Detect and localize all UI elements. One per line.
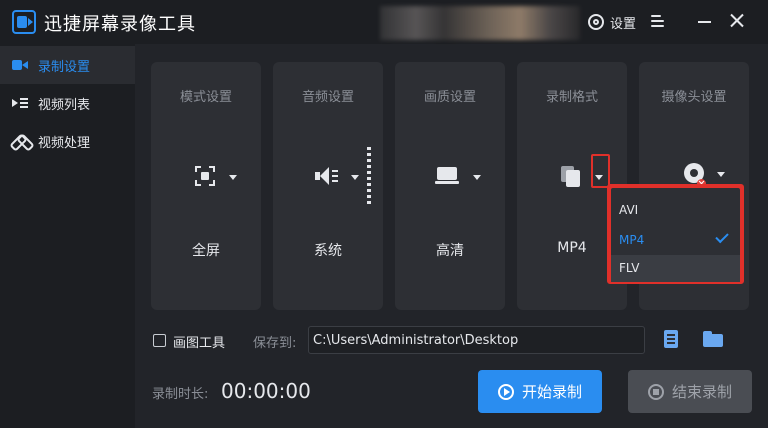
gear-icon: [588, 14, 604, 30]
sidebar-item-label: 视频处理: [38, 135, 91, 151]
quality-settings-card: 画质设置 高清: [395, 62, 505, 310]
sidebar-item-label: 视频列表: [38, 97, 91, 113]
record-settings-icon: [12, 58, 28, 72]
app-logo-icon: [12, 10, 36, 34]
quality-dropdown-arrow-icon[interactable]: [473, 175, 481, 180]
file-list-icon[interactable]: [664, 330, 678, 348]
draw-tool-label: 画图工具: [173, 336, 226, 351]
sidebar-item-record-settings[interactable]: 录制设置: [0, 46, 135, 84]
mode-settings-card: 模式设置 全屏: [151, 62, 261, 310]
format-option-mp4[interactable]: MP4: [611, 225, 740, 255]
stop-circle-icon: [647, 383, 664, 400]
format-option-label: MP4: [619, 233, 645, 247]
app-title: 迅捷屏幕录像工具: [44, 14, 196, 35]
card-title: 录制格式: [545, 90, 598, 105]
start-recording-label: 开始录制: [521, 383, 582, 401]
stop-recording-button[interactable]: 结束录制: [628, 370, 752, 413]
card-title: 摄像头设置: [661, 90, 727, 105]
minimize-icon[interactable]: [697, 13, 713, 29]
fullscreen-icon[interactable]: [195, 166, 215, 186]
format-option-flv[interactable]: FLV: [611, 255, 740, 282]
card-title: 模式设置: [179, 90, 232, 105]
menu-icon[interactable]: [650, 13, 666, 29]
save-to-label: 保存到:: [253, 336, 297, 351]
sidebar-item-label: 录制设置: [38, 59, 91, 75]
audio-value: 系统: [314, 243, 342, 259]
audio-dropdown-arrow-icon[interactable]: [351, 175, 359, 180]
camera-dropdown-arrow-icon[interactable]: [717, 172, 725, 177]
card-title: 音频设置: [301, 90, 354, 105]
quality-value: 高清: [436, 243, 464, 259]
sidebar: 录制设置 视频列表 视频处理: [0, 44, 135, 428]
sidebar-item-video-list[interactable]: 视频列表: [0, 84, 135, 122]
folder-icon[interactable]: [703, 331, 723, 347]
volume-meter: [367, 147, 371, 207]
format-arrow-highlight: [591, 154, 610, 188]
card-title: 画质设置: [423, 90, 476, 105]
check-icon: [715, 229, 729, 244]
close-icon[interactable]: [729, 13, 745, 29]
duration-value: 00:00:00: [221, 379, 311, 403]
sidebar-item-video-process[interactable]: 视频处理: [0, 122, 135, 160]
duration-label: 录制时长:: [152, 387, 209, 402]
play-circle-icon: [497, 383, 514, 400]
mode-dropdown-arrow-icon[interactable]: [229, 175, 237, 180]
video-process-icon: [12, 134, 28, 148]
draw-tool-checkbox[interactable]: [153, 334, 166, 347]
file-icon[interactable]: [561, 166, 581, 188]
start-recording-button[interactable]: 开始录制: [478, 370, 602, 413]
stop-recording-label: 结束录制: [671, 383, 732, 401]
settings-button[interactable]: 设置: [588, 12, 636, 32]
save-path-input[interactable]: [308, 326, 645, 354]
title-bar: 迅捷屏幕录像工具 设置: [0, 0, 768, 44]
speaker-icon[interactable]: [315, 166, 341, 186]
format-dropdown-menu: AVI MP4 FLV: [607, 184, 744, 284]
settings-label: 设置: [610, 16, 637, 32]
video-list-icon: [12, 96, 28, 110]
monitor-icon[interactable]: [435, 167, 461, 187]
format-option-avi[interactable]: AVI: [611, 195, 740, 225]
blurred-region: [380, 6, 580, 40]
mode-value: 全屏: [192, 243, 220, 259]
